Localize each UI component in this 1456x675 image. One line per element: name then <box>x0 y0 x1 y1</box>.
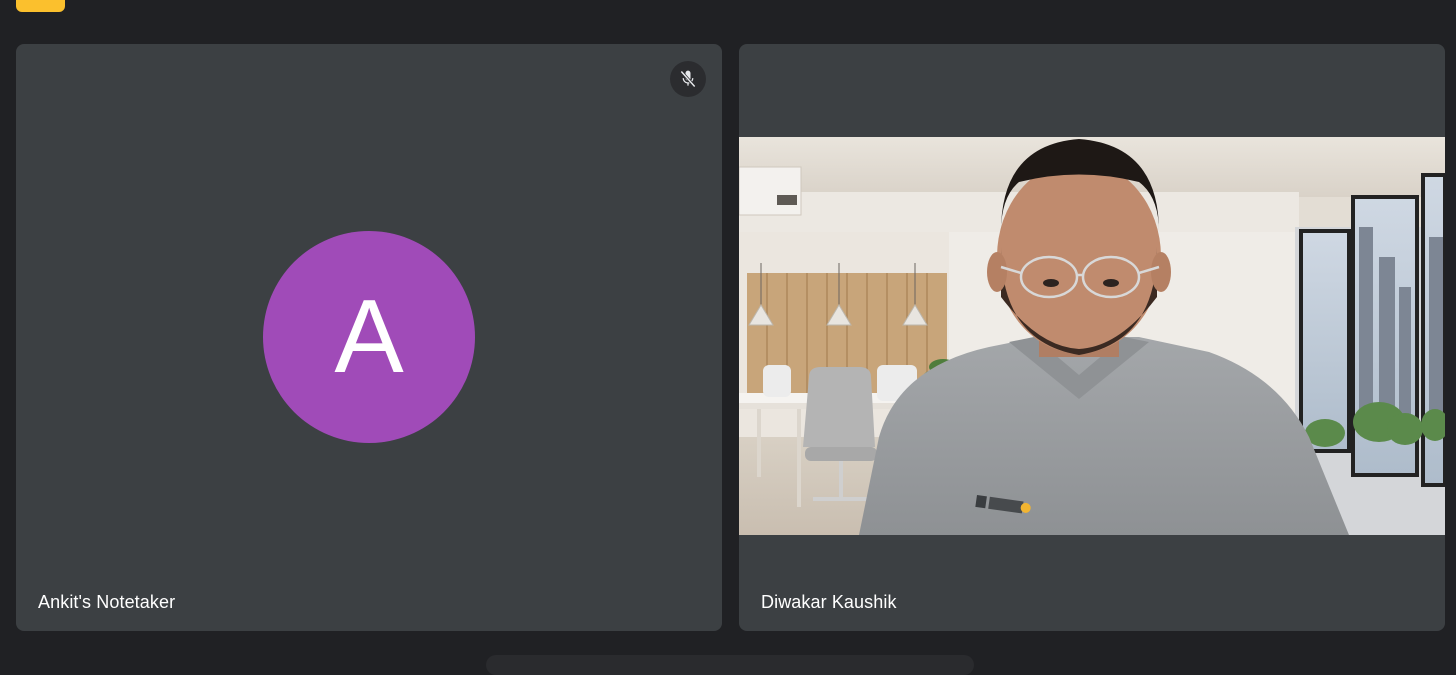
meeting-status-pill[interactable] <box>16 0 65 12</box>
mute-indicator <box>670 61 706 97</box>
participant-video <box>739 137 1445 535</box>
participant-name: Ankit's Notetaker <box>38 592 176 612</box>
mic-off-icon <box>680 70 696 88</box>
participant-name: Diwakar Kaushik <box>761 592 897 612</box>
participant-tile-diwakar-kaushik[interactable]: Diwakar Kaushik <box>739 44 1445 631</box>
participant-avatar: A <box>263 231 475 443</box>
meeting-controls-bar[interactable] <box>486 655 974 675</box>
participant-tile-ankits-notetaker[interactable]: A Ankit's Notetaker <box>16 44 722 631</box>
